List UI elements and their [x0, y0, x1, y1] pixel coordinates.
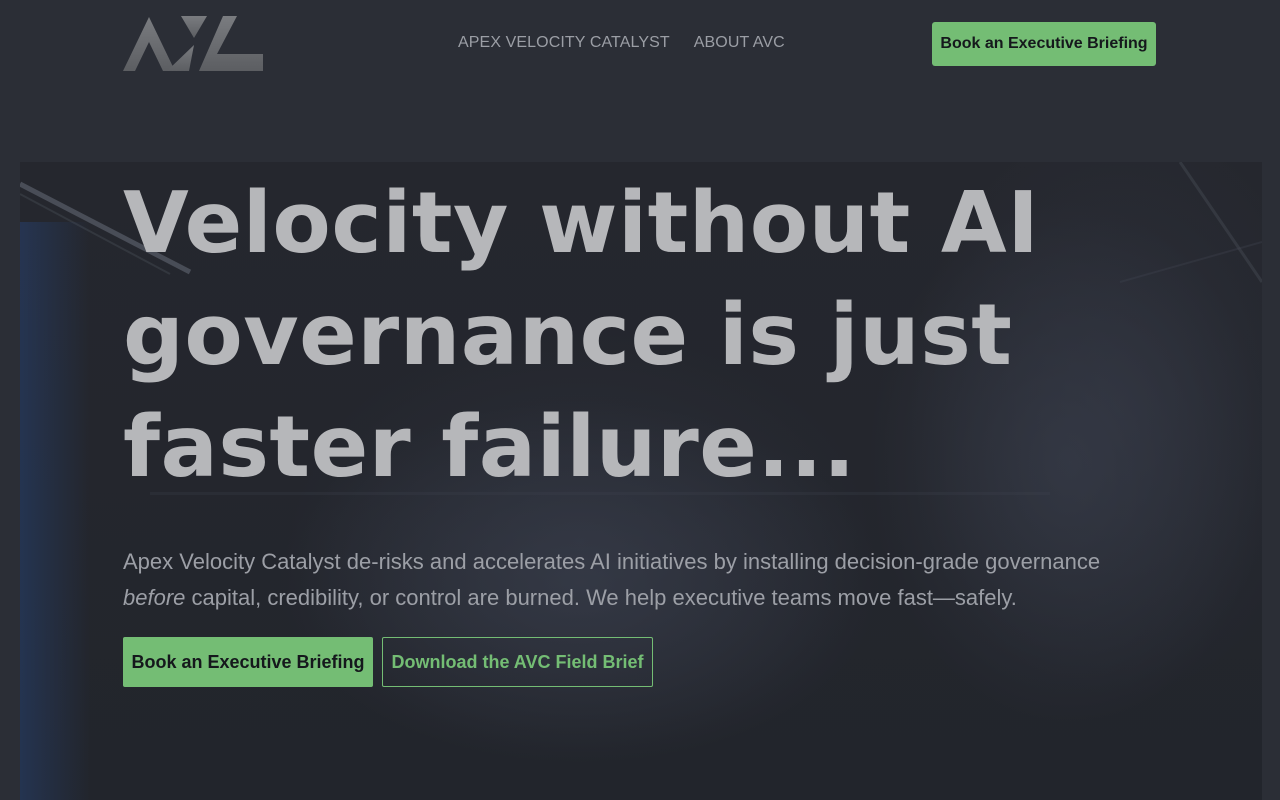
- hero-subheadline: Apex Velocity Catalyst de-risks and acce…: [123, 544, 1143, 616]
- nav-link-about-avc[interactable]: ABOUT AVC: [694, 33, 785, 53]
- header-book-briefing-button[interactable]: Book an Executive Briefing: [932, 22, 1156, 66]
- hero-content: Velocity without AI governance is just f…: [123, 162, 1163, 687]
- landing-page: APEX VELOCITY CATALYST ABOUT AVC Book an…: [0, 0, 1280, 800]
- hero-subheadline-part-1: Apex Velocity Catalyst de-risks and acce…: [123, 549, 1101, 574]
- avc-logo[interactable]: [123, 14, 263, 72]
- nav-link-apex-velocity-catalyst[interactable]: APEX VELOCITY CATALYST: [458, 33, 670, 53]
- hero-book-briefing-button[interactable]: Book an Executive Briefing: [123, 637, 373, 687]
- hero-headline: Velocity without AI governance is just f…: [123, 174, 1040, 497]
- avc-logo-icon: [123, 16, 263, 71]
- hero-section: Velocity without AI governance is just f…: [20, 162, 1262, 800]
- download-field-brief-button[interactable]: Download the AVC Field Brief: [382, 637, 653, 687]
- site-header: APEX VELOCITY CATALYST ABOUT AVC Book an…: [0, 0, 1280, 90]
- hero-actions: Book an Executive Briefing Download the …: [123, 637, 1163, 687]
- main-nav: APEX VELOCITY CATALYST ABOUT AVC: [458, 33, 785, 53]
- hero-subheadline-part-2: capital, credibility, or control are bur…: [185, 585, 1017, 610]
- hero-subheadline-emphasis: before: [123, 585, 186, 610]
